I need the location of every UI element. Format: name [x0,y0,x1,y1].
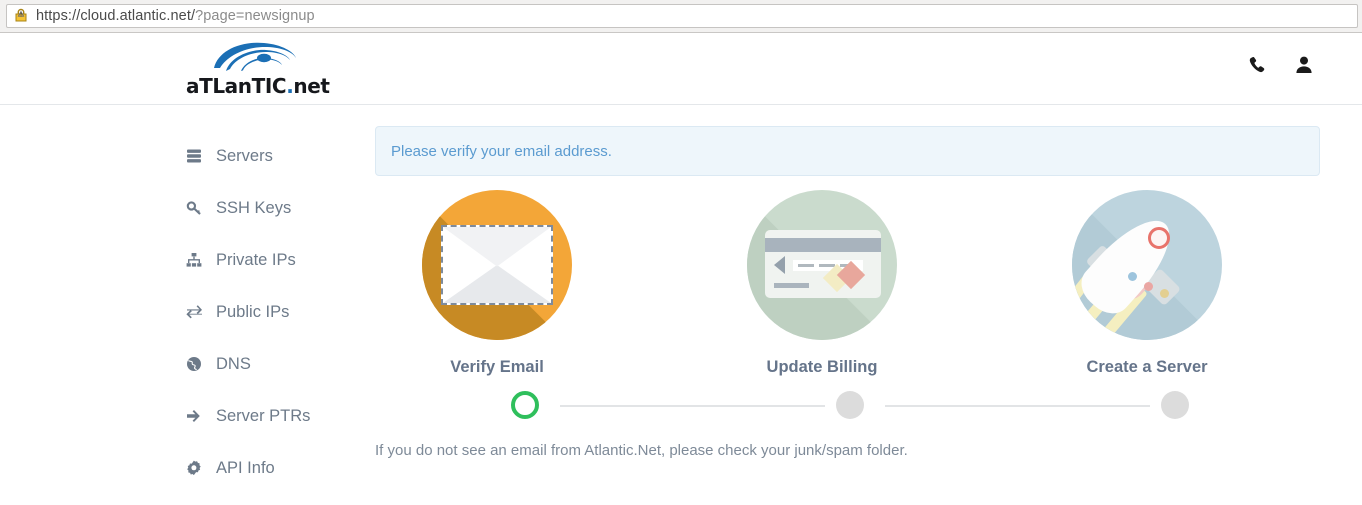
rocket-dot [1160,289,1169,298]
url-bar[interactable]: https://cloud.atlantic.net/?page=newsign… [6,4,1358,28]
alert-text: Please verify your email address. [391,142,612,160]
sidebar-item-label: SSH Keys [216,198,292,217]
onboarding-steps: Verify Email Update Billing Create a Ser… [375,190,1320,376]
sidebar-item-private-ips[interactable]: Private IPs [186,234,356,286]
credit-card-graphic [765,230,881,298]
sitemap-icon [186,252,208,268]
url-host: https://cloud.atlantic.net/ [36,8,196,24]
brand-suffix: net [293,74,330,98]
key-icon [186,200,208,216]
header-actions [1248,55,1314,75]
server-stack-icon [186,148,208,164]
credit-card-illustration[interactable] [747,190,897,340]
envelope-illustration[interactable] [422,190,572,340]
progress-node-update-billing[interactable] [836,391,864,419]
progress-node-verify-email[interactable] [511,391,539,419]
gear-icon [186,460,208,476]
sidebar-item-server-ptrs[interactable]: Server PTRs [186,390,356,442]
card-bottom-bar [774,283,809,288]
step-update-billing: Update Billing [672,190,972,377]
step-verify-email: Verify Email [347,190,647,377]
exchange-arrows-icon [186,304,208,320]
sidebar-item-api-info[interactable]: API Info [186,442,356,494]
globe-icon [186,356,208,372]
rail-segment [560,405,825,407]
user-icon[interactable] [1294,55,1314,75]
url-query: ?page=newsignup [195,8,315,24]
progress-rail [375,388,1320,424]
card-arrow-icon [774,256,785,274]
step-label: Verify Email [450,358,544,376]
browser-chrome: https://cloud.atlantic.net/?page=newsign… [0,0,1362,33]
rocket-window [1148,227,1170,249]
step-create-server: Create a Server [997,190,1297,377]
brand-wordmark: aTLanTIC.net [186,74,330,98]
rocket-dot [1144,282,1153,291]
card-magnetic-stripe [765,238,881,252]
warning-lock-icon[interactable] [13,7,29,23]
atlantic-net-logo[interactable]: aTLanTIC.net [186,38,330,100]
sidebar-item-ssh-keys[interactable]: SSH Keys [186,182,356,234]
sidebar: Servers SSH Keys Private IPs Public IPs … [186,130,356,494]
progress-node-create-server[interactable] [1161,391,1189,419]
phone-icon[interactable] [1248,55,1268,75]
rocket-dot [1128,272,1137,281]
envelope-graphic [441,225,553,305]
junk-folder-note: If you do not see an email from Atlantic… [375,442,908,459]
main-content: Please verify your email address. Verify… [375,126,1320,459]
sidebar-item-label: API Info [216,458,275,477]
sidebar-item-public-ips[interactable]: Public IPs [186,286,356,338]
arrow-right-icon [186,408,208,424]
step-label: Create a Server [1086,358,1208,376]
sidebar-item-label: Public IPs [216,302,290,321]
sidebar-item-label: Private IPs [216,250,296,269]
sidebar-item-dns[interactable]: DNS [186,338,356,390]
site-header: aTLanTIC.net [0,33,1362,105]
step-label: Update Billing [766,358,878,376]
sidebar-item-label: DNS [216,354,251,373]
rail-segment [885,405,1150,407]
verify-email-alert: Please verify your email address. [375,126,1320,176]
brand-name: aTLanTIC [186,74,287,98]
sidebar-item-servers[interactable]: Servers [186,130,356,182]
sidebar-item-label: Servers [216,146,273,165]
rocket-illustration[interactable] [1072,190,1222,340]
url-text: https://cloud.atlantic.net/?page=newsign… [36,8,315,24]
sidebar-item-label: Server PTRs [216,406,311,425]
